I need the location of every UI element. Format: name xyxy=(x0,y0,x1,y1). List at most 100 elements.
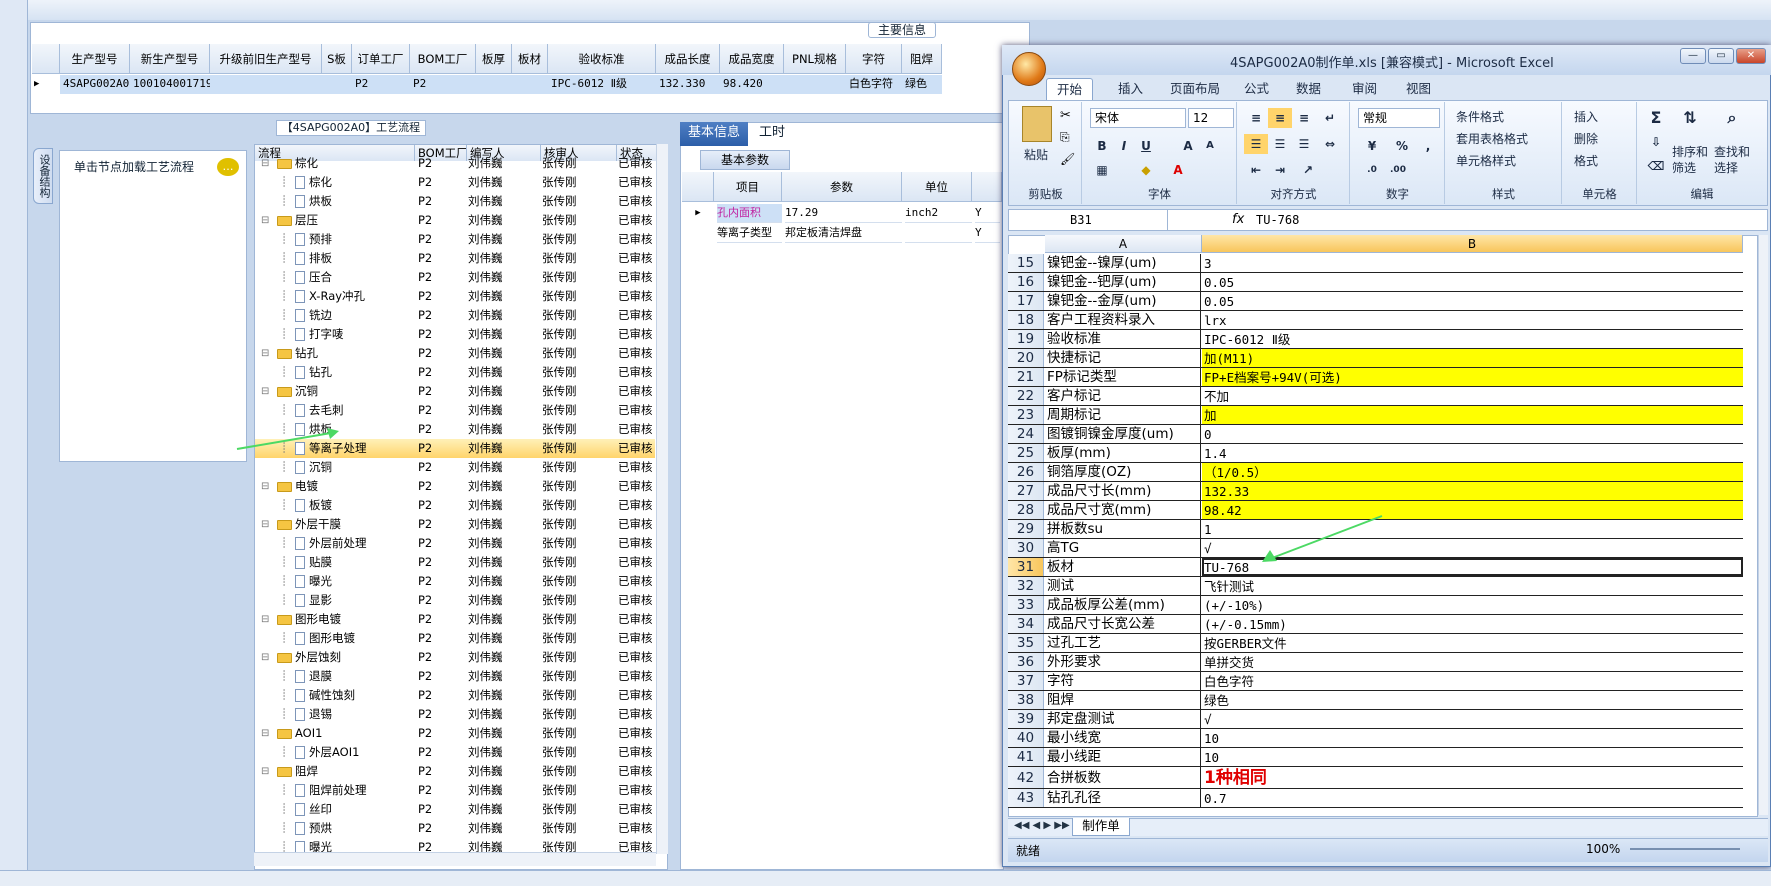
cell-b[interactable]: 10 xyxy=(1202,729,1743,747)
tree-row[interactable]: 预烘 ┊ P2 刘伟巍 张传刚 已审核 xyxy=(255,819,655,838)
border-icon[interactable]: ▦ xyxy=(1090,160,1114,180)
zoom-level[interactable]: 100% xyxy=(1586,842,1620,856)
sheet-row[interactable]: 36 外形要求 单拼交货 xyxy=(1008,653,1743,672)
cell-a[interactable]: 成品尺寸长(mm) xyxy=(1045,482,1201,500)
close-button[interactable]: ✕ xyxy=(1736,48,1766,64)
row-number[interactable]: 16 xyxy=(1008,273,1044,291)
cell-b[interactable]: 飞针测试 xyxy=(1202,577,1743,595)
cell-b[interactable]: 98.42 xyxy=(1202,501,1743,519)
tree-folder-node[interactable]: 钻孔 xyxy=(277,344,415,363)
table-format-button[interactable]: 套用表格格式 xyxy=(1456,130,1528,147)
cell-a[interactable]: 验收标准 xyxy=(1045,330,1201,348)
sheet-row[interactable]: 19 验收标准 IPC-6012 Ⅱ级 xyxy=(1008,330,1743,349)
row-number[interactable]: 38 xyxy=(1008,691,1044,709)
sheet-row[interactable]: 35 过孔工艺 按GERBER文件 xyxy=(1008,634,1743,653)
row-number[interactable]: 18 xyxy=(1008,311,1044,329)
sheet-row[interactable]: 22 客户标记 不加 xyxy=(1008,387,1743,406)
cell-a[interactable]: 板厚(mm) xyxy=(1045,444,1201,462)
basic-cell-flag[interactable]: Y xyxy=(975,204,1000,223)
tree-row[interactable]: 铣边 ┊ P2 刘伟巍 张传刚 已审核 xyxy=(255,306,655,325)
tree-row[interactable]: 贴膜 ┊ P2 刘伟巍 张传刚 已审核 xyxy=(255,553,655,572)
tree-leaf-node[interactable]: 预烘 xyxy=(295,819,415,838)
sheet-tab[interactable]: 制作单 xyxy=(1072,818,1130,836)
column-header-a[interactable]: A xyxy=(1045,235,1202,253)
tree-row[interactable]: 外层AOI1 ┊ P2 刘伟巍 张传刚 已审核 xyxy=(255,743,655,762)
sort-filter-label[interactable]: 排序和筛选 xyxy=(1672,144,1712,176)
sheet-vertical-scrollbar[interactable] xyxy=(1758,235,1768,815)
autosum-icon[interactable]: Σ xyxy=(1644,108,1668,128)
basic-cell-param[interactable]: 17.29 xyxy=(785,204,902,223)
row-number[interactable]: 27 xyxy=(1008,482,1044,500)
cell-b[interactable]: 0.05 xyxy=(1202,273,1743,291)
tree-row[interactable]: 压合 ┊ P2 刘伟巍 张传刚 已审核 xyxy=(255,268,655,287)
zoom-slider[interactable] xyxy=(1630,848,1740,850)
maximize-button[interactable]: ▭ xyxy=(1708,48,1734,64)
sheet-row[interactable]: 37 字符 白色字符 xyxy=(1008,672,1743,691)
tree-leaf-node[interactable]: 烘板 xyxy=(295,192,415,211)
tree-leaf-node[interactable]: 外层AOI1 xyxy=(295,743,415,762)
tree-leaf-node[interactable]: 退膜 xyxy=(295,667,415,686)
sheet-row[interactable]: 18 客户工程资料录入 lrx xyxy=(1008,311,1743,330)
cell-b[interactable]: 加 xyxy=(1202,406,1743,424)
percent-icon[interactable]: % xyxy=(1390,136,1414,156)
cell-a[interactable]: 最小线宽 xyxy=(1045,729,1201,747)
find-select-icon[interactable]: ⌕ xyxy=(1720,108,1744,128)
row-number[interactable]: 37 xyxy=(1008,672,1044,690)
cell-b[interactable]: (+/-0.15mm) xyxy=(1202,615,1743,633)
insert-cells-button[interactable]: 插入 xyxy=(1574,108,1598,125)
cell-b[interactable]: （1/0.5） xyxy=(1202,463,1743,481)
paste-label[interactable]: 粘贴 xyxy=(1024,146,1048,163)
tree-row[interactable]: 层压 ⊟ P2 刘伟巍 张传刚 已审核 xyxy=(255,211,655,230)
cell-a[interactable]: 图镀铜镍金厚度(um) xyxy=(1045,425,1201,443)
tree-row[interactable]: 板镀 ┊ P2 刘伟巍 张传刚 已审核 xyxy=(255,496,655,515)
merge-icon[interactable]: ⇔ xyxy=(1318,134,1342,154)
sheet-row[interactable]: 33 成品板厚公差(mm) (+/-10%) xyxy=(1008,596,1743,615)
sheet-row[interactable]: 16 镍钯金--钯厚(um) 0.05 xyxy=(1008,273,1743,292)
cell-a[interactable]: 镍钯金--金厚(um) xyxy=(1045,292,1201,310)
cell-a[interactable]: 周期标记 xyxy=(1045,406,1201,424)
tree-row[interactable]: 曝光 ┊ P2 刘伟巍 张传刚 已审核 xyxy=(255,572,655,591)
font-size-box[interactable]: 12 xyxy=(1188,108,1234,128)
cell-b[interactable]: FP+E档案号+94V(可选) xyxy=(1202,368,1743,386)
row-number[interactable]: 36 xyxy=(1008,653,1044,671)
tree-folder-node[interactable]: 沉铜 xyxy=(277,382,415,401)
tree-row[interactable]: 钻孔 ┊ P2 刘伟巍 张传刚 已审核 xyxy=(255,363,655,382)
cell-b[interactable]: 单拼交货 xyxy=(1202,653,1743,671)
tree-leaf-node[interactable]: 等离子处理 xyxy=(295,439,415,458)
collapse-icon[interactable]: ⊟ xyxy=(261,762,269,781)
ribbon-tab[interactable]: 视图 xyxy=(1406,78,1431,100)
tree-leaf-node[interactable]: 去毛刺 xyxy=(295,401,415,420)
tree-row[interactable]: 外层前处理 ┊ P2 刘伟巍 张传刚 已审核 xyxy=(255,534,655,553)
cell-b[interactable]: 1种相同 xyxy=(1202,767,1743,788)
sheet-row[interactable]: 34 成品尺寸长宽公差 (+/-0.15mm) xyxy=(1008,615,1743,634)
tree-row[interactable]: 退膜 ┊ P2 刘伟巍 张传刚 已审核 xyxy=(255,667,655,686)
row-number[interactable]: 41 xyxy=(1008,748,1044,766)
tree-leaf-node[interactable]: 铣边 xyxy=(295,306,415,325)
format-painter-icon[interactable]: 🖌 xyxy=(1060,152,1075,166)
row-number[interactable]: 35 xyxy=(1008,634,1044,652)
sheet-row[interactable]: 43 钻孔孔径 0.7 xyxy=(1008,789,1743,808)
number-format-box[interactable]: 常规 xyxy=(1358,108,1440,128)
tree-row[interactable]: 阻焊 ⊟ P2 刘伟巍 张传刚 已审核 xyxy=(255,762,655,781)
sheet-row[interactable]: 21 FP标记类型 FP+E档案号+94V(可选) xyxy=(1008,368,1743,387)
side-tab-device-structure[interactable]: 设备结构 xyxy=(33,148,53,204)
shrink-font-button[interactable]: A xyxy=(1198,136,1222,156)
sheet-row[interactable]: 29 拼板数su 1 xyxy=(1008,520,1743,539)
tree-leaf-node[interactable]: 排板 xyxy=(295,249,415,268)
italic-button[interactable]: I xyxy=(1112,136,1136,156)
tab-basic-info[interactable]: 基本信息 xyxy=(680,122,748,146)
cell-b[interactable]: 0.7 xyxy=(1202,789,1743,807)
cell-a[interactable]: 板材 xyxy=(1045,558,1201,576)
tree-leaf-node[interactable]: 板镀 xyxy=(295,496,415,515)
cell-b[interactable]: 按GERBER文件 xyxy=(1202,634,1743,652)
cell-a[interactable]: 过孔工艺 xyxy=(1045,634,1201,652)
sheet-row[interactable]: 24 图镀铜镍金厚度(um) 0 xyxy=(1008,425,1743,444)
tree-row[interactable]: X-Ray冲孔 ┊ P2 刘伟巍 张传刚 已审核 xyxy=(255,287,655,306)
tree-leaf-node[interactable]: 退锡 xyxy=(295,705,415,724)
paste-icon[interactable] xyxy=(1022,106,1052,142)
row-number[interactable]: 43 xyxy=(1008,789,1044,807)
tree-horizontal-scrollbar[interactable] xyxy=(254,852,656,866)
cell-a[interactable]: 镍钯金--钯厚(um) xyxy=(1045,273,1201,291)
formula-input[interactable]: TU-768 xyxy=(1256,210,1299,230)
row-number[interactable]: 23 xyxy=(1008,406,1044,424)
